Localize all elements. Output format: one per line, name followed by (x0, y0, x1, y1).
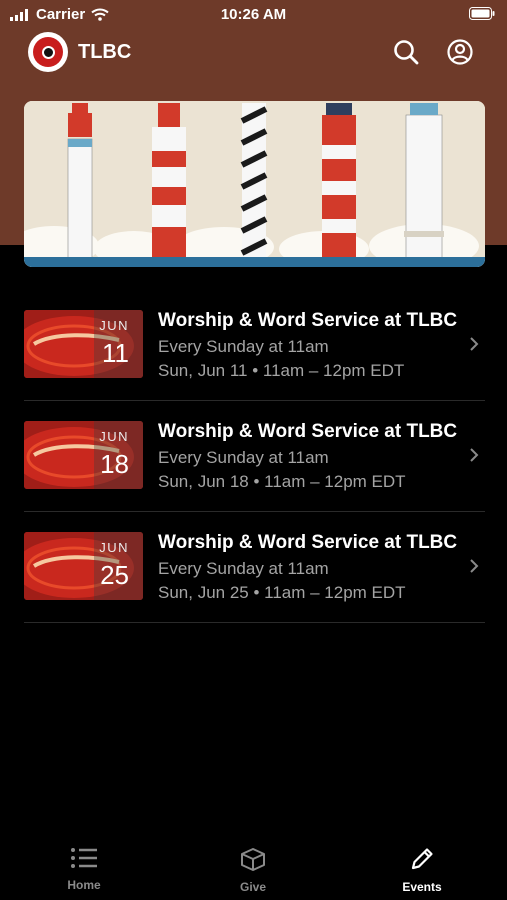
tab-events[interactable]: Events (372, 846, 472, 894)
account-icon[interactable] (446, 38, 474, 66)
event-datetime: Sun, Jun 25 • 11am – 12pm EDT (158, 583, 406, 602)
church-logo[interactable] (28, 32, 68, 72)
thumb-day: 25 (100, 560, 129, 590)
event-datetime: Sun, Jun 18 • 11am – 12pm EDT (158, 472, 406, 491)
thumb-month: JUN (99, 540, 129, 555)
event-title: Worship & Word Service at TLBC (158, 421, 458, 442)
status-time: 10:26 AM (220, 6, 287, 23)
battery-icon (469, 7, 495, 24)
chevron-right-icon (470, 448, 479, 462)
logo-emblem (33, 37, 63, 67)
brand-title: TLBC (78, 41, 132, 63)
tab-bar: Home Give Events (0, 838, 507, 900)
app-header: TLBC (0, 30, 507, 76)
tab-label: Home (67, 878, 101, 892)
thumb-month: JUN (99, 429, 129, 444)
thumb-month: JUN (99, 318, 129, 333)
thumb-day: 11 (102, 338, 129, 368)
events-list: JUN 11 Worship & Word Service at TLBC Ev… (24, 290, 485, 623)
event-recurrence: Every Sunday at 11am (158, 337, 329, 356)
event-row[interactable]: JUN 11 Worship & Word Service at TLBC Ev… (24, 290, 485, 401)
event-thumbnail: JUN 11 (24, 310, 143, 378)
event-datetime: Sun, Jun 11 • 11am – 12pm EDT (158, 361, 405, 380)
event-recurrence: Every Sunday at 11am (158, 448, 329, 467)
tab-home[interactable]: Home (34, 846, 134, 892)
list-icon (71, 848, 97, 868)
event-row[interactable]: JUN 18 Worship & Word Service at TLBC Ev… (24, 401, 485, 512)
search-icon[interactable] (392, 38, 420, 66)
chevron-right-icon (470, 337, 479, 351)
gift-box-icon (241, 848, 265, 871)
event-title: Worship & Word Service at TLBC (158, 532, 458, 553)
event-thumbnail: JUN 25 (24, 532, 143, 600)
tab-give[interactable]: Give (203, 846, 303, 894)
event-title: Worship & Word Service at TLBC (158, 310, 458, 331)
status-bar: Carrier 10:26 AM (0, 0, 507, 28)
tab-label: Give (239, 880, 266, 894)
event-thumbnail: JUN 18 (24, 421, 143, 489)
event-recurrence: Every Sunday at 11am (158, 559, 329, 578)
pencil-icon (411, 848, 433, 870)
chevron-right-icon (470, 559, 479, 573)
lighthouse-banner (24, 101, 485, 267)
tab-label: Events (402, 880, 442, 894)
event-row[interactable]: JUN 25 Worship & Word Service at TLBC Ev… (24, 512, 485, 623)
thumb-day: 18 (100, 449, 129, 479)
